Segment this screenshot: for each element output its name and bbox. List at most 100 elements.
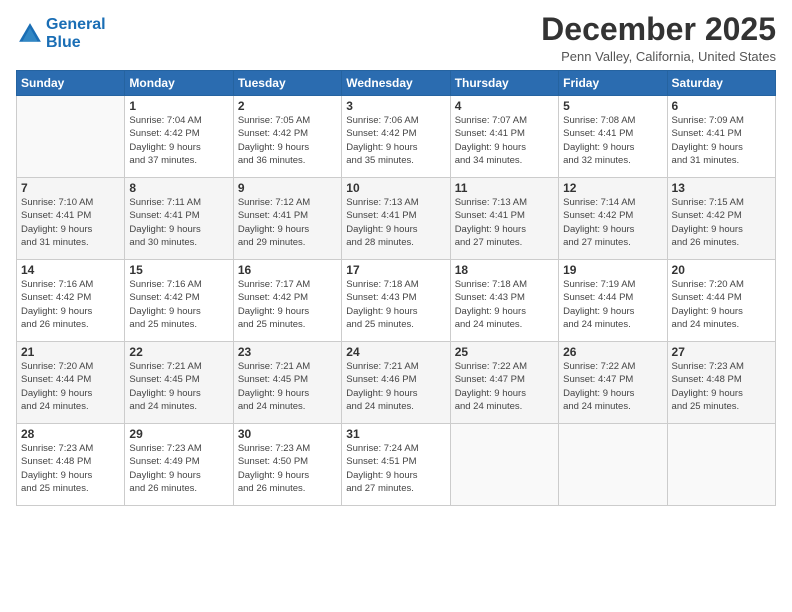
day-number: 28 <box>21 427 120 441</box>
calendar-cell: 31Sunrise: 7:24 AMSunset: 4:51 PMDayligh… <box>342 424 450 506</box>
calendar-cell: 11Sunrise: 7:13 AMSunset: 4:41 PMDayligh… <box>450 178 558 260</box>
day-info: Sunrise: 7:21 AMSunset: 4:45 PMDaylight:… <box>238 360 337 413</box>
day-info: Sunrise: 7:13 AMSunset: 4:41 PMDaylight:… <box>346 196 445 249</box>
day-number: 16 <box>238 263 337 277</box>
day-number: 24 <box>346 345 445 359</box>
calendar-header-row: SundayMondayTuesdayWednesdayThursdayFrid… <box>17 71 776 96</box>
day-number: 18 <box>455 263 554 277</box>
day-number: 27 <box>672 345 771 359</box>
calendar-cell: 25Sunrise: 7:22 AMSunset: 4:47 PMDayligh… <box>450 342 558 424</box>
day-number: 21 <box>21 345 120 359</box>
subtitle: Penn Valley, California, United States <box>541 49 776 64</box>
calendar-header-sunday: Sunday <box>17 71 125 96</box>
calendar-cell: 22Sunrise: 7:21 AMSunset: 4:45 PMDayligh… <box>125 342 233 424</box>
day-info: Sunrise: 7:16 AMSunset: 4:42 PMDaylight:… <box>21 278 120 331</box>
day-number: 26 <box>563 345 662 359</box>
day-info: Sunrise: 7:10 AMSunset: 4:41 PMDaylight:… <box>21 196 120 249</box>
day-info: Sunrise: 7:12 AMSunset: 4:41 PMDaylight:… <box>238 196 337 249</box>
day-number: 11 <box>455 181 554 195</box>
calendar-cell: 27Sunrise: 7:23 AMSunset: 4:48 PMDayligh… <box>667 342 775 424</box>
calendar-cell: 18Sunrise: 7:18 AMSunset: 4:43 PMDayligh… <box>450 260 558 342</box>
day-info: Sunrise: 7:17 AMSunset: 4:42 PMDaylight:… <box>238 278 337 331</box>
logo: General Blue <box>16 16 106 51</box>
day-info: Sunrise: 7:23 AMSunset: 4:48 PMDaylight:… <box>21 442 120 495</box>
day-info: Sunrise: 7:14 AMSunset: 4:42 PMDaylight:… <box>563 196 662 249</box>
page: General Blue December 2025 Penn Valley, … <box>0 0 792 612</box>
calendar-header-friday: Friday <box>559 71 667 96</box>
calendar-cell <box>450 424 558 506</box>
calendar-header-thursday: Thursday <box>450 71 558 96</box>
day-number: 19 <box>563 263 662 277</box>
calendar-cell: 28Sunrise: 7:23 AMSunset: 4:48 PMDayligh… <box>17 424 125 506</box>
calendar-cell: 13Sunrise: 7:15 AMSunset: 4:42 PMDayligh… <box>667 178 775 260</box>
day-number: 30 <box>238 427 337 441</box>
calendar-cell: 20Sunrise: 7:20 AMSunset: 4:44 PMDayligh… <box>667 260 775 342</box>
calendar-week-row: 1Sunrise: 7:04 AMSunset: 4:42 PMDaylight… <box>17 96 776 178</box>
day-info: Sunrise: 7:24 AMSunset: 4:51 PMDaylight:… <box>346 442 445 495</box>
calendar-cell: 2Sunrise: 7:05 AMSunset: 4:42 PMDaylight… <box>233 96 341 178</box>
day-info: Sunrise: 7:21 AMSunset: 4:46 PMDaylight:… <box>346 360 445 413</box>
day-number: 29 <box>129 427 228 441</box>
day-number: 17 <box>346 263 445 277</box>
calendar-header-tuesday: Tuesday <box>233 71 341 96</box>
calendar-header-wednesday: Wednesday <box>342 71 450 96</box>
calendar-cell: 15Sunrise: 7:16 AMSunset: 4:42 PMDayligh… <box>125 260 233 342</box>
day-info: Sunrise: 7:20 AMSunset: 4:44 PMDaylight:… <box>21 360 120 413</box>
calendar-cell <box>559 424 667 506</box>
day-number: 4 <box>455 99 554 113</box>
day-number: 31 <box>346 427 445 441</box>
calendar-cell: 29Sunrise: 7:23 AMSunset: 4:49 PMDayligh… <box>125 424 233 506</box>
day-info: Sunrise: 7:11 AMSunset: 4:41 PMDaylight:… <box>129 196 228 249</box>
day-number: 13 <box>672 181 771 195</box>
calendar-cell: 21Sunrise: 7:20 AMSunset: 4:44 PMDayligh… <box>17 342 125 424</box>
day-number: 8 <box>129 181 228 195</box>
calendar-cell: 30Sunrise: 7:23 AMSunset: 4:50 PMDayligh… <box>233 424 341 506</box>
day-number: 9 <box>238 181 337 195</box>
day-number: 12 <box>563 181 662 195</box>
calendar-cell: 8Sunrise: 7:11 AMSunset: 4:41 PMDaylight… <box>125 178 233 260</box>
calendar-cell: 26Sunrise: 7:22 AMSunset: 4:47 PMDayligh… <box>559 342 667 424</box>
logo-icon <box>16 20 44 48</box>
calendar-cell: 5Sunrise: 7:08 AMSunset: 4:41 PMDaylight… <box>559 96 667 178</box>
day-info: Sunrise: 7:09 AMSunset: 4:41 PMDaylight:… <box>672 114 771 167</box>
day-number: 1 <box>129 99 228 113</box>
day-number: 5 <box>563 99 662 113</box>
day-info: Sunrise: 7:23 AMSunset: 4:48 PMDaylight:… <box>672 360 771 413</box>
logo-line1: General <box>46 16 106 34</box>
calendar-cell: 1Sunrise: 7:04 AMSunset: 4:42 PMDaylight… <box>125 96 233 178</box>
calendar-cell: 6Sunrise: 7:09 AMSunset: 4:41 PMDaylight… <box>667 96 775 178</box>
day-number: 23 <box>238 345 337 359</box>
calendar-cell: 19Sunrise: 7:19 AMSunset: 4:44 PMDayligh… <box>559 260 667 342</box>
day-number: 22 <box>129 345 228 359</box>
day-info: Sunrise: 7:15 AMSunset: 4:42 PMDaylight:… <box>672 196 771 249</box>
calendar-header-monday: Monday <box>125 71 233 96</box>
logo-line2: Blue <box>46 34 106 52</box>
day-info: Sunrise: 7:23 AMSunset: 4:49 PMDaylight:… <box>129 442 228 495</box>
day-number: 20 <box>672 263 771 277</box>
calendar-table: SundayMondayTuesdayWednesdayThursdayFrid… <box>16 70 776 506</box>
calendar-cell: 12Sunrise: 7:14 AMSunset: 4:42 PMDayligh… <box>559 178 667 260</box>
calendar-cell: 7Sunrise: 7:10 AMSunset: 4:41 PMDaylight… <box>17 178 125 260</box>
calendar-week-row: 28Sunrise: 7:23 AMSunset: 4:48 PMDayligh… <box>17 424 776 506</box>
day-info: Sunrise: 7:08 AMSunset: 4:41 PMDaylight:… <box>563 114 662 167</box>
calendar-cell: 23Sunrise: 7:21 AMSunset: 4:45 PMDayligh… <box>233 342 341 424</box>
day-info: Sunrise: 7:05 AMSunset: 4:42 PMDaylight:… <box>238 114 337 167</box>
calendar-cell: 4Sunrise: 7:07 AMSunset: 4:41 PMDaylight… <box>450 96 558 178</box>
month-title: December 2025 <box>541 12 776 47</box>
day-info: Sunrise: 7:04 AMSunset: 4:42 PMDaylight:… <box>129 114 228 167</box>
day-info: Sunrise: 7:07 AMSunset: 4:41 PMDaylight:… <box>455 114 554 167</box>
calendar-header-saturday: Saturday <box>667 71 775 96</box>
day-info: Sunrise: 7:06 AMSunset: 4:42 PMDaylight:… <box>346 114 445 167</box>
day-info: Sunrise: 7:22 AMSunset: 4:47 PMDaylight:… <box>563 360 662 413</box>
day-number: 3 <box>346 99 445 113</box>
day-info: Sunrise: 7:18 AMSunset: 4:43 PMDaylight:… <box>455 278 554 331</box>
calendar-cell: 24Sunrise: 7:21 AMSunset: 4:46 PMDayligh… <box>342 342 450 424</box>
calendar-week-row: 14Sunrise: 7:16 AMSunset: 4:42 PMDayligh… <box>17 260 776 342</box>
calendar-cell: 10Sunrise: 7:13 AMSunset: 4:41 PMDayligh… <box>342 178 450 260</box>
day-info: Sunrise: 7:19 AMSunset: 4:44 PMDaylight:… <box>563 278 662 331</box>
calendar-cell <box>667 424 775 506</box>
day-number: 15 <box>129 263 228 277</box>
day-info: Sunrise: 7:20 AMSunset: 4:44 PMDaylight:… <box>672 278 771 331</box>
calendar-cell: 16Sunrise: 7:17 AMSunset: 4:42 PMDayligh… <box>233 260 341 342</box>
day-number: 7 <box>21 181 120 195</box>
